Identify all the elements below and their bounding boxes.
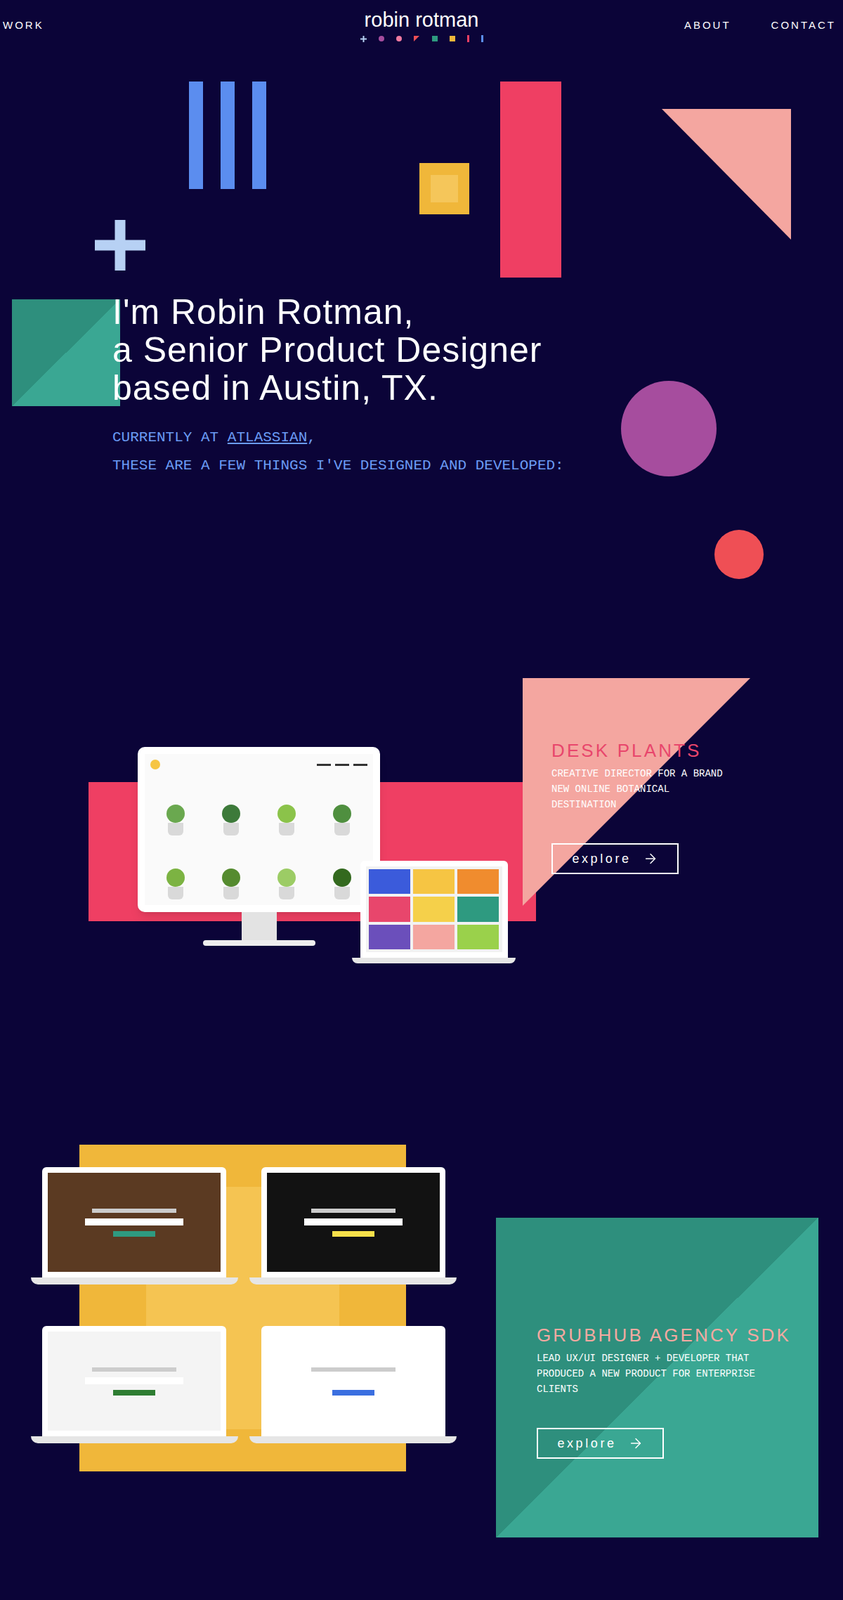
bar-icon (467, 35, 470, 43)
intro: CURRENTLY AT ATLASSIAN,THESE ARE A FEW T… (112, 423, 843, 480)
logo-shapes (360, 35, 484, 43)
yellow-square (419, 162, 470, 215)
dot-icon (378, 35, 385, 42)
project-info: GRUBHUB AGENCY SDK LEAD UX/UI DESIGNER + … (536, 1323, 819, 1459)
project-title: GRUBHUB AGENCY SDK (536, 1323, 819, 1346)
laptop (351, 860, 516, 964)
square-icon (449, 35, 456, 42)
hero: I'm Robin Rotman,a Senior Product Design… (0, 50, 843, 648)
explore-button[interactable]: explore (551, 843, 679, 874)
project-description: LEAD UX/UI DESIGNER + DEVELOPER THAT PRO… (536, 1350, 762, 1397)
nav-left: WORK (0, 17, 361, 34)
pink-triangle (661, 108, 792, 240)
monitor-screen (137, 746, 381, 912)
project-description: CREATIVE DIRECTOR FOR A BRAND NEW ONLINE… (551, 765, 728, 813)
green-square (11, 299, 121, 407)
explore-label: explore (557, 1433, 617, 1453)
laptop-mockups (79, 1144, 407, 1472)
laptop (30, 1325, 239, 1443)
project-section: GRUBHUB AGENCY SDK LEAD UX/UI DESIGNER + … (0, 1041, 843, 1538)
purple-circle (621, 380, 717, 477)
nav-link[interactable]: CONTACT (771, 17, 836, 34)
company-link[interactable]: ATLASSIAN (227, 429, 307, 446)
laptop-screen (360, 860, 508, 958)
project-title: DESK PLANTS (551, 739, 751, 762)
blue-bars (188, 81, 267, 189)
hero-text: I'm Robin Rotman,a Senior Product Design… (0, 50, 843, 480)
plus-icon (360, 35, 367, 43)
project-section: DESK PLANTS CREATIVE DIRECTOR FOR A BRAND… (0, 647, 843, 1042)
logo-text: robin rotman (364, 8, 480, 31)
red-rect (500, 81, 562, 278)
explore-label: explore (571, 849, 631, 869)
arrow-right-icon (642, 850, 659, 867)
plus-shape (94, 219, 146, 271)
nav-link[interactable]: ABOUT (684, 17, 732, 34)
arrow-right-icon (628, 1435, 644, 1451)
laptop (250, 1325, 458, 1443)
project-card: GRUBHUB AGENCY SDK LEAD UX/UI DESIGNER + … (495, 1217, 819, 1538)
nav-link[interactable]: WORK (2, 17, 45, 34)
square-icon (432, 35, 438, 42)
header: WORK robin rotman ABOUT CONTACT (0, 0, 843, 51)
bar-icon (481, 35, 484, 43)
nav-right: ABOUT CONTACT (483, 17, 843, 34)
explore-button[interactable]: explore (536, 1427, 664, 1459)
triangle-icon (413, 35, 421, 43)
monitor (137, 746, 381, 946)
headline: I'm Robin Rotman,a Senior Product Design… (112, 292, 843, 407)
page: WORK robin rotman ABOUT CONTACT I'm Robin Ro… (0, 0, 843, 1600)
laptop (30, 1166, 239, 1285)
project-info: DESK PLANTS CREATIVE DIRECTOR FOR A BRAND… (551, 739, 751, 874)
device-mockups (88, 746, 537, 966)
intro-line: CURRENTLY AT ATLASSIAN, (112, 423, 843, 452)
intro-line: THESE ARE A FEW THINGS I'VE DESIGNED AND… (112, 451, 843, 480)
logo[interactable]: robin rotman (360, 8, 484, 43)
dot-icon (396, 35, 402, 42)
red-circle (714, 529, 764, 579)
project-card: DESK PLANTS CREATIVE DIRECTOR FOR A BRAND… (522, 677, 751, 906)
laptop (250, 1166, 458, 1285)
